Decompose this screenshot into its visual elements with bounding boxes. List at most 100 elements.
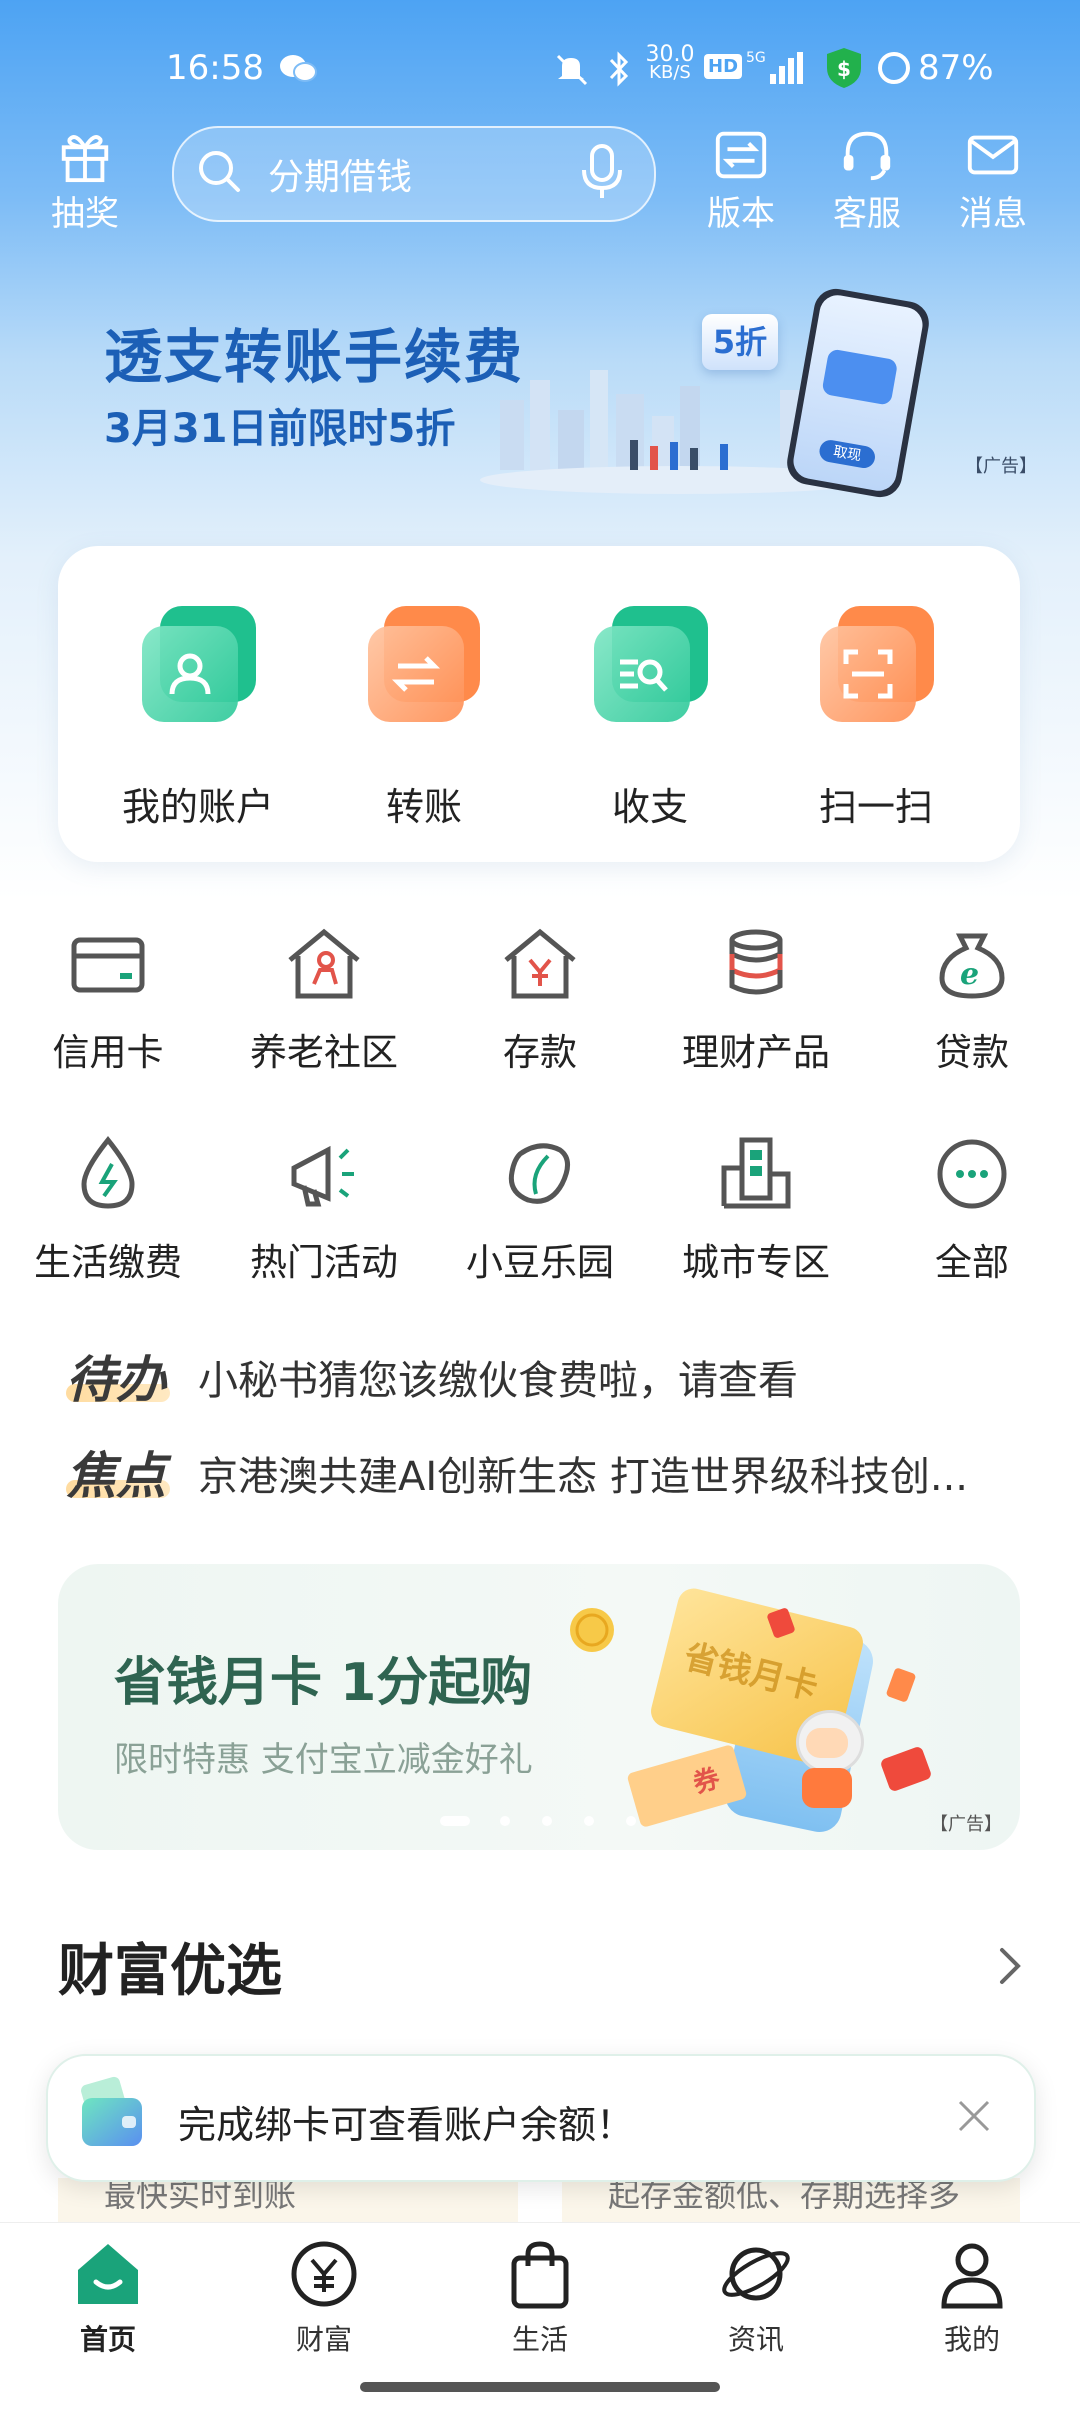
focus-tag: 焦点 [66, 1447, 166, 1505]
service-utility-payment[interactable]: 生活缴费 [0, 1134, 216, 1286]
bluetooth-icon [606, 50, 632, 97]
svg-text:5G: 5G [746, 50, 766, 66]
mascot-illustration [790, 1710, 864, 1820]
svg-text:$: $ [837, 57, 851, 81]
message-label: 消息 [959, 194, 1027, 234]
nav-wealth[interactable]: 财富 [249, 2236, 399, 2358]
security-shield-icon: $ [824, 46, 864, 99]
service-label: 信用卡 [52, 1031, 164, 1074]
city-zone-icon [721, 1137, 791, 1209]
service-label: 城市专区 [682, 1241, 830, 1284]
credit-card-icon [71, 937, 145, 993]
banner-subtitle: 3月31日前限时5折 [104, 406, 456, 452]
nav-label: 生活 [511, 2323, 568, 2356]
service-deposit[interactable]: 存款 [432, 924, 648, 1076]
nav-label: 我的 [943, 2323, 1000, 2356]
banner-title: 透支转账手续费 [104, 323, 525, 391]
voice-mic-icon[interactable] [580, 144, 624, 204]
quick-scan[interactable]: 扫一扫 [756, 606, 996, 831]
close-icon[interactable] [956, 2098, 992, 2138]
quick-transfer[interactable]: 转账 [304, 606, 544, 831]
service-label: 热门活动 [250, 1241, 398, 1284]
focus-row[interactable]: 焦点 京港澳共建AI创新生态 打造世界级科技创... [66, 1436, 1026, 1506]
focus-text: 京港澳共建AI创新生态 打造世界级科技创... [198, 1454, 969, 1500]
customer-service-button[interactable]: 客服 [812, 126, 922, 235]
bean-park-icon [508, 1143, 570, 1204]
loan-icon: e [939, 933, 1005, 999]
promo-subtitle: 限时特惠 支付宝立减金好礼 [114, 1740, 533, 1780]
status-time: 16:58 [166, 48, 264, 88]
search-input[interactable]: 分期借钱 [268, 148, 412, 200]
version-label: 版本 [707, 194, 775, 234]
gesture-home-bar[interactable] [360, 2382, 720, 2392]
mute-icon [552, 50, 590, 97]
hd-badge: HD [704, 54, 743, 79]
discount-badge: 5折 [702, 314, 778, 370]
service-loan[interactable]: e 贷款 [864, 924, 1080, 1076]
service-wealth-products[interactable]: 理财产品 [648, 924, 864, 1076]
nav-life[interactable]: 生活 [465, 2236, 615, 2358]
service-bean-park[interactable]: 小豆乐园 [432, 1134, 648, 1286]
service-all[interactable]: 全部 [864, 1134, 1080, 1286]
wealth-card-right-text: 起存金额低、存期选择多 [608, 2178, 961, 2214]
service-label: 理财产品 [682, 1031, 830, 1074]
wealth-card-left[interactable]: 最快实时到账 [58, 2178, 518, 2222]
wealth-card-left-text: 最快实时到账 [104, 2178, 297, 2214]
service-city-zone[interactable]: 城市专区 [648, 1134, 864, 1286]
service-hot-activity[interactable]: 热门活动 [216, 1134, 432, 1286]
version-switch-icon [715, 131, 767, 179]
service-label: 客服 [833, 194, 901, 234]
version-button[interactable]: 版本 [686, 126, 796, 235]
status-bar: 16:58 30.0 KB/S HD 5G $ 87% [0, 0, 1080, 110]
todo-text: 小秘书猜您该缴伙食费啦，请查看 [198, 1358, 798, 1404]
nav-label: 资讯 [727, 2323, 784, 2356]
message-button[interactable]: 消息 [938, 126, 1048, 235]
nav-home[interactable]: 首页 [33, 2236, 183, 2358]
service-label: 存款 [503, 1031, 577, 1074]
lottery-button[interactable]: 抽奖 [30, 126, 140, 236]
elderly-community-icon [288, 928, 360, 999]
coin-icon [570, 1608, 614, 1652]
promo-ad-tag: 【广告】 [930, 1814, 1002, 1835]
banner-ad-tag: 【广告】 [965, 456, 1037, 477]
income-expense-icon [590, 606, 710, 726]
nav-news[interactable]: 资讯 [681, 2236, 831, 2358]
todo-row[interactable]: 待办 小秘书猜您该缴伙食费啦，请查看 [66, 1340, 1026, 1410]
service-elderly-community[interactable]: 养老社区 [216, 924, 432, 1076]
service-label: 生活缴费 [34, 1241, 182, 1284]
hot-activity-icon [291, 1145, 354, 1207]
wealth-products-icon [729, 929, 783, 995]
home-icon [78, 2244, 138, 2304]
quick-income-expense[interactable]: 收支 [530, 606, 770, 831]
signal-icon: 5G [746, 48, 808, 97]
battery-level: 87% [918, 48, 994, 88]
nav-label: 财富 [295, 2323, 352, 2356]
promo-ticket-text: 券 [689, 1763, 724, 1800]
wealth-section-title: 财富优选 [58, 1939, 282, 2004]
service-label: 养老社区 [250, 1031, 398, 1074]
net-speed: 30.0 KB/S [640, 44, 700, 82]
account-icon [138, 606, 258, 726]
toast-text: 完成绑卡可查看账户余额！ [178, 2103, 635, 2147]
wealth-icon [291, 2241, 357, 2307]
todo-tag: 待办 [66, 1351, 166, 1409]
wealth-card-right[interactable]: 起存金额低、存期选择多 [562, 2178, 1020, 2222]
wechat-icon [278, 52, 318, 95]
transfer-icon [364, 606, 484, 726]
service-credit-card[interactable]: 信用卡 [0, 924, 216, 1076]
deposit-icon [504, 928, 576, 999]
discount-badge-text: 5折 [712, 323, 768, 361]
wallet-icon [81, 2076, 142, 2146]
quick-label: 转账 [385, 785, 462, 829]
quick-label: 扫一扫 [818, 785, 933, 829]
nav-profile[interactable]: 我的 [897, 2236, 1047, 2358]
headset-icon [843, 131, 891, 181]
more-icon [937, 1139, 1007, 1209]
carousel-indicator [440, 1816, 640, 1828]
quick-label: 收支 [611, 785, 688, 829]
svg-text:e: e [960, 957, 979, 992]
service-label: 贷款 [935, 1031, 1009, 1074]
chevron-right-icon[interactable] [996, 1944, 1026, 1992]
quick-my-account[interactable]: 我的账户 [78, 606, 318, 831]
utility-payment-icon [81, 1135, 135, 1209]
